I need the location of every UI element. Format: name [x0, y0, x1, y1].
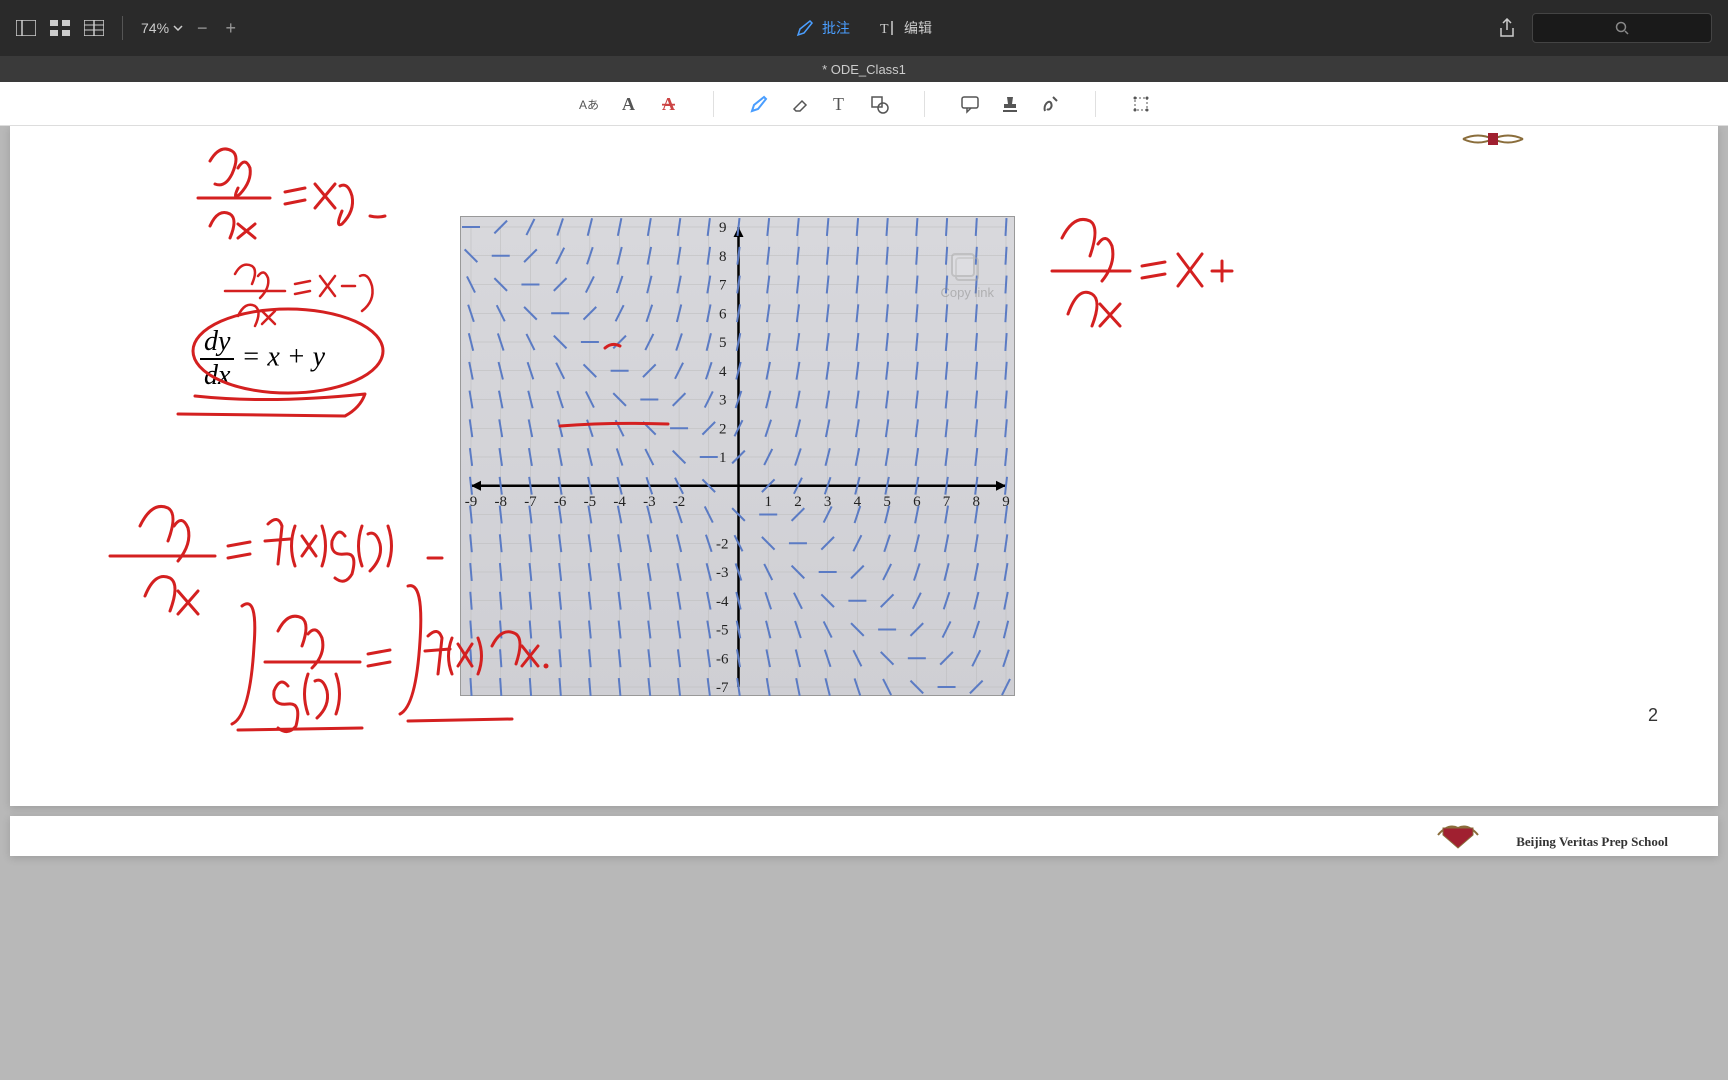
view-mode-group	[16, 20, 104, 36]
svg-text:5: 5	[719, 335, 727, 351]
search-input[interactable]	[1532, 13, 1712, 43]
sidebar-view-icon[interactable]	[16, 20, 36, 36]
slope-field-svg: -9-8-7-6-5-4-3-2123456789123456789-2-3-4…	[461, 217, 1016, 697]
pencil-icon	[796, 19, 814, 37]
document-viewport[interactable]: dy dx = x + y -9-8-7-6-5-4-3-21234567891…	[0, 126, 1728, 1080]
svg-text:4: 4	[719, 364, 727, 380]
svg-text:8: 8	[973, 494, 981, 510]
annotate-label: 批注	[822, 18, 850, 38]
zoom-value: 74%	[141, 20, 169, 36]
top-toolbar: 74% − + 批注 T 编辑	[0, 0, 1728, 56]
text-style-button[interactable]: Aあ	[571, 87, 605, 121]
svg-text:Aあ: Aあ	[579, 98, 599, 112]
stamp-tool-button[interactable]	[993, 87, 1027, 121]
zoom-controls: 74% − +	[141, 18, 240, 39]
zoom-in-button[interactable]: +	[222, 18, 241, 39]
school-crest-icon	[1458, 130, 1528, 148]
zoom-out-button[interactable]: −	[193, 18, 212, 39]
text-edit-icon: T	[878, 19, 896, 37]
search-icon	[1615, 21, 1629, 35]
svg-text:A: A	[662, 94, 675, 114]
svg-text:-2: -2	[716, 536, 729, 552]
document-page-next: Beijing Veritas Prep School	[10, 816, 1718, 856]
grid-view-icon[interactable]	[50, 20, 70, 36]
equation-numerator: dy	[200, 326, 234, 360]
copy-link-label: Copy link	[941, 285, 994, 300]
annotate-mode-button[interactable]: 批注	[796, 18, 850, 38]
svg-text:2: 2	[719, 421, 727, 437]
copy-icon	[955, 257, 979, 281]
svg-text:T: T	[833, 94, 844, 114]
tool-separator	[713, 91, 714, 117]
svg-text:1: 1	[764, 494, 772, 510]
svg-text:7: 7	[719, 278, 727, 294]
svg-text:9: 9	[719, 220, 727, 236]
text-tool-button[interactable]: T	[822, 87, 856, 121]
right-actions	[1498, 13, 1712, 43]
chevron-down-icon	[173, 25, 183, 31]
svg-text:3: 3	[719, 393, 727, 409]
tool-separator	[924, 91, 925, 117]
selection-tool-button[interactable]	[1124, 87, 1158, 121]
svg-text:-4: -4	[613, 494, 626, 510]
shape-tool-button[interactable]	[862, 87, 896, 121]
svg-text:6: 6	[719, 306, 727, 322]
strikethrough-button[interactable]: A	[651, 87, 685, 121]
slope-field-chart: -9-8-7-6-5-4-3-2123456789123456789-2-3-4…	[460, 216, 1015, 696]
document-title: * ODE_Class1	[822, 62, 906, 77]
pen-tool-button[interactable]	[742, 87, 776, 121]
svg-text:8: 8	[719, 249, 727, 265]
svg-text:-3: -3	[716, 565, 729, 581]
svg-text:-2: -2	[673, 494, 686, 510]
svg-text:1: 1	[719, 450, 727, 466]
edit-label: 编辑	[904, 18, 932, 38]
edit-mode-button[interactable]: T 编辑	[878, 18, 932, 38]
equation-rhs: x + y	[267, 341, 325, 372]
eraser-tool-button[interactable]	[782, 87, 816, 121]
font-color-button[interactable]: A	[611, 87, 645, 121]
page-number: 2	[1648, 705, 1658, 726]
svg-text:-7: -7	[524, 494, 537, 510]
svg-text:2: 2	[794, 494, 802, 510]
document-title-bar: * ODE_Class1	[0, 56, 1728, 82]
svg-text:-6: -6	[554, 494, 567, 510]
center-mode-group: 批注 T 编辑	[796, 18, 932, 38]
svg-text:-7: -7	[716, 680, 729, 696]
signature-tool-button[interactable]	[1033, 87, 1067, 121]
zoom-level[interactable]: 74%	[141, 20, 183, 36]
svg-text:-6: -6	[716, 651, 729, 667]
toolbar-divider	[122, 16, 123, 40]
svg-text:T: T	[880, 22, 889, 37]
svg-text:-4: -4	[716, 594, 729, 610]
equation-equals: =	[241, 341, 267, 372]
svg-text:-5: -5	[584, 494, 597, 510]
school-name-label: Beijing Veritas Prep School	[1516, 834, 1668, 850]
tool-separator	[1095, 91, 1096, 117]
columns-view-icon[interactable]	[84, 20, 104, 36]
svg-text:-5: -5	[716, 623, 729, 639]
equation-denominator: dx	[200, 360, 234, 392]
annotation-toolbar: Aあ A A T	[0, 82, 1728, 126]
svg-text:A: A	[622, 94, 635, 114]
svg-text:6: 6	[913, 494, 921, 510]
printed-equation: dy dx = x + y	[200, 326, 325, 392]
document-page: dy dx = x + y -9-8-7-6-5-4-3-21234567891…	[10, 126, 1718, 806]
comment-tool-button[interactable]	[953, 87, 987, 121]
school-crest-icon	[1433, 818, 1483, 853]
copy-link-watermark: Copy link	[941, 257, 994, 300]
share-icon[interactable]	[1498, 18, 1516, 38]
svg-text:-3: -3	[643, 494, 656, 510]
